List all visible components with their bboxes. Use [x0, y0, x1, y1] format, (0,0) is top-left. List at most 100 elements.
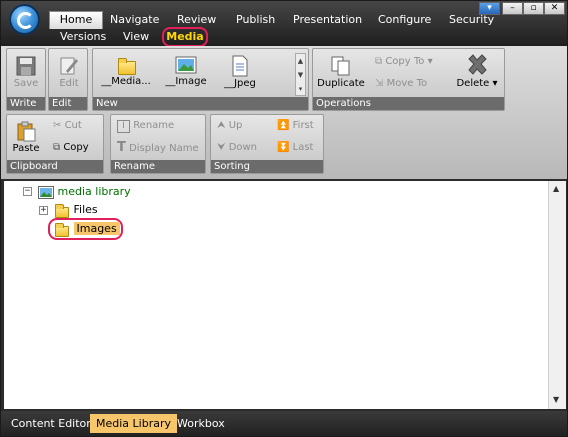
group-edit: Edit Edit [48, 48, 88, 111]
duplicate-button[interactable]: Duplicate [317, 55, 365, 89]
tab-home[interactable]: Home [49, 11, 103, 29]
edit-icon [60, 57, 78, 75]
group-new: __Media... __Image __Jpeg ▲ ▼ ▾ New [92, 48, 309, 111]
delete-button[interactable]: Delete ▾ [453, 53, 501, 89]
duplicate-icon [331, 56, 350, 76]
tab-media[interactable]: Media [162, 27, 208, 47]
expand-toggle[interactable]: + [39, 206, 48, 215]
up-arrow-icon: ⮝ [217, 120, 226, 131]
collapse-toggle[interactable]: − [23, 187, 32, 196]
tab-navigate[interactable]: Navigate [110, 13, 159, 26]
tab-content-editor[interactable]: Content Editor [5, 414, 97, 433]
paste-button[interactable]: Paste [10, 120, 42, 154]
copy-label: Copy [63, 142, 89, 153]
restore-button[interactable]: ▫ [523, 2, 544, 15]
media-library-icon [38, 185, 54, 199]
rename-label: Rename [133, 120, 175, 131]
delete-label: Delete [456, 78, 490, 89]
document-icon [232, 55, 248, 77]
move-to-label: Move To [386, 78, 428, 89]
sort-last-label: Last [292, 142, 314, 153]
tab-view[interactable]: View [123, 30, 149, 43]
bottom-tab-bar: Content Editor Media Library Workbox [1, 411, 567, 436]
gallery-scroll[interactable]: ▲ ▼ ▾ [295, 53, 306, 96]
save-label: Save [13, 78, 39, 89]
tab-presentation[interactable]: Presentation [293, 13, 362, 26]
group-write: Save Write [6, 48, 46, 111]
duplicate-label: Duplicate [317, 78, 365, 89]
tab-configure[interactable]: Configure [378, 13, 431, 26]
paste-icon [17, 121, 36, 142]
sort-down-button[interactable]: ⮟ Down [217, 141, 257, 155]
folder-icon [54, 203, 70, 218]
new-image-button[interactable]: __Image [161, 55, 211, 87]
tab-workbox[interactable]: Workbox [171, 414, 231, 433]
new-media-button[interactable]: __Media... [97, 55, 155, 87]
tab-publish[interactable]: Publish [236, 13, 275, 26]
sort-up-button[interactable]: ⮝ Up [217, 119, 242, 133]
app-logo-icon [17, 12, 34, 29]
tree-node-images[interactable]: Images [54, 222, 120, 237]
cut-button[interactable]: ✂ Cut [53, 119, 82, 133]
close-button[interactable]: ✕ [544, 2, 565, 15]
edit-label: Edit [59, 78, 79, 89]
new-jpeg-button[interactable]: __Jpeg [217, 55, 263, 89]
group-new-label: New [93, 97, 308, 110]
copy-to-icon: ⧉ [375, 56, 383, 67]
copy-to-label: Copy To [385, 56, 425, 67]
group-sorting: ⮝ Up ⏫ First ⮟ Down ⏬ Last Sorting [210, 114, 324, 174]
group-clipboard-label: Clipboard [7, 160, 103, 173]
tab-media-library[interactable]: Media Library [90, 414, 177, 433]
display-name-label: Display Name [129, 143, 199, 154]
tree-node-media-library[interactable]: media library [38, 185, 131, 199]
copy-to-button[interactable]: ⧉ Copy To ▾ [375, 55, 433, 69]
last-icon: ⏬ [277, 142, 290, 153]
ribbon-tab-strip: Home Navigate Review Publish Presentatio… [1, 1, 567, 47]
display-name-icon: T [117, 140, 126, 155]
application-window: Home Navigate Review Publish Presentatio… [0, 0, 568, 437]
sort-last-button[interactable]: ⏬ Last [277, 141, 313, 155]
app-menu-orb[interactable] [9, 4, 40, 35]
images-label: Images [73, 222, 120, 235]
new-media-label: __Media... [101, 76, 151, 87]
cut-label: Cut [64, 120, 82, 131]
copy-button[interactable]: ⧉ Copy [53, 141, 89, 155]
move-to-button[interactable]: ⇲ Move To [375, 77, 427, 91]
new-image-label: __Image [165, 76, 207, 87]
folder-open-icon [54, 222, 70, 237]
display-name-button[interactable]: T Display Name [117, 141, 199, 156]
new-jpeg-label: __Jpeg [224, 78, 256, 89]
edit-button[interactable]: Edit [54, 55, 84, 89]
scroll-up-icon[interactable]: ▲ [553, 184, 559, 193]
files-label: Files [73, 203, 98, 216]
dropdown-window-button[interactable]: ▾ [479, 2, 500, 15]
down-arrow-icon: ⮟ [217, 142, 226, 153]
move-to-icon: ⇲ [375, 78, 384, 89]
save-button[interactable]: Save [11, 55, 41, 89]
sort-first-button[interactable]: ⏫ First [277, 119, 314, 133]
vertical-scrollbar[interactable]: ▲ ▼ [548, 181, 566, 409]
tab-review[interactable]: Review [177, 13, 216, 26]
sort-up-label: Up [228, 120, 243, 131]
group-operations-label: Operations [313, 97, 504, 110]
group-rename-label: Rename [111, 160, 205, 173]
save-icon [16, 56, 36, 76]
sort-down-label: Down [228, 142, 258, 153]
group-write-label: Write [7, 97, 45, 110]
ribbon: Save Write Edit Edit __Media... __Image [1, 46, 567, 179]
group-rename: I Rename T Display Name Rename [110, 114, 206, 174]
group-sorting-label: Sorting [211, 160, 323, 173]
minimize-button[interactable]: – [502, 2, 523, 15]
tree-node-files[interactable]: Files [54, 203, 98, 218]
scroll-down-icon[interactable]: ▼ [553, 395, 559, 404]
group-operations: Duplicate ⧉ Copy To ▾ ⇲ Move To Delete ▾… [312, 48, 505, 111]
scissors-icon: ✂ [53, 120, 62, 131]
rename-button[interactable]: I Rename [117, 119, 174, 133]
media-library-label: media library [57, 185, 131, 198]
image-icon [175, 56, 197, 74]
sort-first-label: First [292, 120, 314, 131]
rename-icon: I [117, 120, 130, 133]
tab-versions[interactable]: Versions [60, 30, 106, 43]
first-icon: ⏫ [277, 120, 290, 131]
paste-label: Paste [12, 143, 40, 154]
